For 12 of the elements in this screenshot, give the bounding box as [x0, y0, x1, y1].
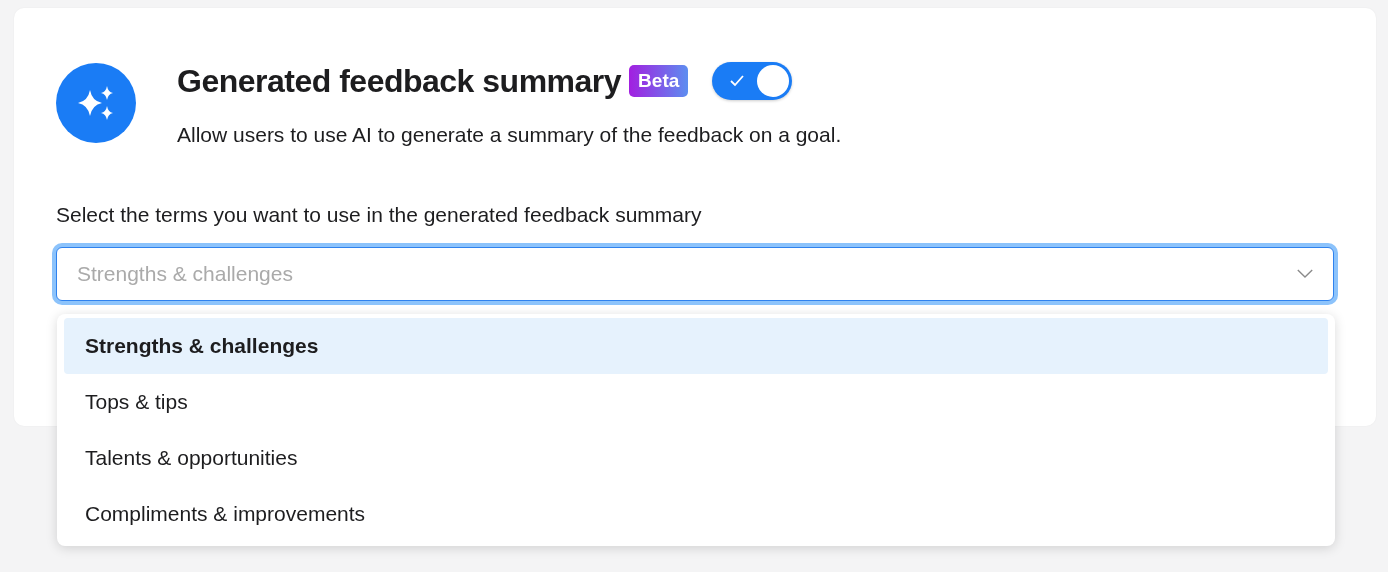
dropdown-option[interactable]: Tops & tips: [64, 374, 1328, 430]
dropdown-option[interactable]: Compliments & improvements: [64, 486, 1328, 542]
terms-dropdown[interactable]: Strengths & challenges: [56, 247, 1334, 301]
sparkles-icon: [56, 63, 136, 143]
dropdown-option[interactable]: Strengths & challenges: [64, 318, 1328, 374]
field-label: Select the terms you want to use in the generated feedback summary: [56, 203, 703, 227]
dropdown-option[interactable]: Talents & opportunities: [64, 430, 1328, 486]
chevron-down-icon: [1296, 268, 1314, 279]
toggle-switch[interactable]: [712, 62, 793, 100]
setting-title: Generated feedback summary: [177, 62, 622, 100]
setting-description: Allow users to use AI to generate a summary of the feedback on a goal.: [177, 123, 842, 147]
beta-badge: Beta: [629, 65, 689, 97]
